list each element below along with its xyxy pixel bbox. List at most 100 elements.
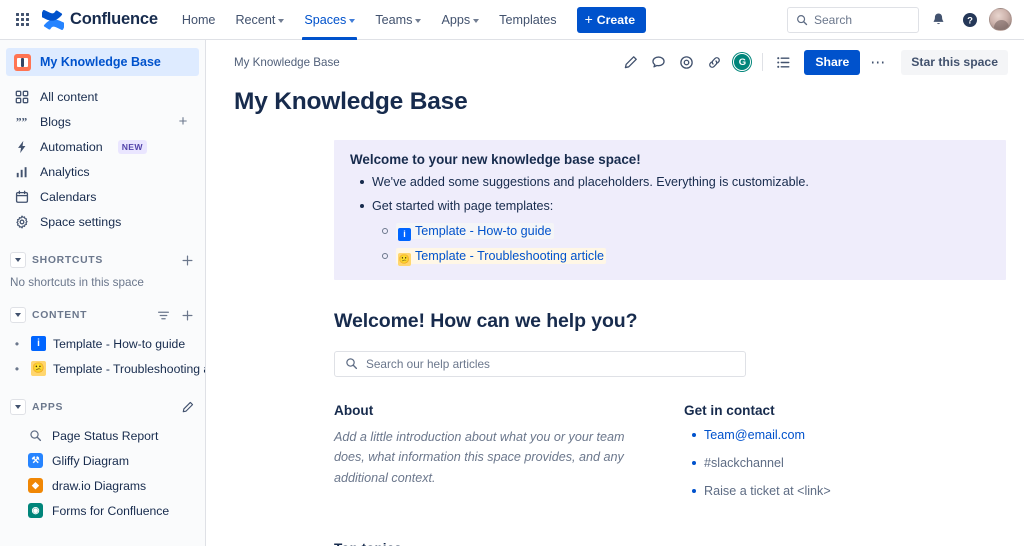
sidebar-section-shortcuts-header: SHORTCUTS (6, 248, 199, 272)
sidebar-section-apps-header: APPS (6, 395, 199, 419)
app-body: My Knowledge Base All content ”” Blogs + (0, 40, 1024, 546)
content-tree-item-how-to-guide[interactable]: • i Template - How-to guide (6, 331, 199, 356)
chevron-down-icon (415, 19, 421, 23)
collaborator-avatar-button[interactable]: G (729, 49, 755, 75)
drawio-icon: ◆ (28, 478, 43, 493)
sidebar-app-gliffy-diagram[interactable]: ⚒ Gliffy Diagram (6, 448, 199, 473)
watch-button[interactable] (673, 49, 699, 75)
help-articles-search-input[interactable]: Search our help articles (334, 351, 746, 377)
sidebar-item-label: Calendars (40, 190, 96, 204)
welcome-bullet-list: We've added some suggestions and placeho… (350, 173, 990, 266)
confused-face-emoji-icon: 😕 (398, 253, 411, 266)
sidebar-item-all-content[interactable]: All content (6, 84, 199, 109)
sidebar-app-forms-for-confluence[interactable]: ◉ Forms for Confluence (6, 498, 199, 523)
sidebar-section-content-header: CONTENT (6, 303, 199, 327)
share-button[interactable]: Share (804, 50, 860, 75)
template-link-troubleshooting-article[interactable]: 😕 Template - Troubleshooting article (396, 248, 606, 264)
pencil-icon (181, 401, 194, 414)
space-sidebar: My Knowledge Base All content ”” Blogs + (0, 40, 206, 546)
list-item: #slackchannel (684, 455, 984, 472)
knowledge-base-icon (14, 54, 31, 71)
welcome-bullet: We've added some suggestions and placeho… (350, 173, 990, 191)
nav-item-teams[interactable]: Teams (365, 0, 431, 40)
content-tree-item-label: Template - Troubleshooting article (53, 362, 206, 376)
content-list-button[interactable] (770, 49, 796, 75)
nav-item-label: Apps (441, 13, 470, 27)
confluence-home-link[interactable]: Confluence (42, 9, 158, 31)
add-content-button[interactable] (179, 307, 195, 323)
sidebar-space-header[interactable]: My Knowledge Base (6, 48, 199, 76)
template-link-how-to-guide[interactable]: i Template - How-to guide (396, 223, 554, 239)
nav-item-apps[interactable]: Apps (431, 0, 489, 40)
add-blog-button[interactable]: + (175, 114, 191, 130)
contact-email-link[interactable]: Team@email.com (704, 428, 805, 442)
main-content-area: My Knowledge Base (206, 40, 1024, 546)
global-search-input[interactable]: Search (787, 7, 919, 33)
sidebar-app-drawio-diagrams[interactable]: ◆ draw.io Diagrams (6, 473, 199, 498)
nav-left-group: Confluence Home Recent Spaces Teams Apps (8, 0, 646, 40)
breadcrumb[interactable]: My Knowledge Base (234, 56, 340, 69)
about-contact-row: About Add a little introduction about wh… (334, 403, 1006, 511)
template-link-label: Template - How-to guide (415, 224, 552, 238)
comment-icon (651, 55, 666, 70)
sidebar-item-calendars[interactable]: Calendars (6, 184, 199, 209)
nav-item-label: Spaces (304, 13, 346, 27)
nav-item-spaces[interactable]: Spaces (294, 0, 365, 40)
sidebar-app-label: Forms for Confluence (52, 504, 169, 518)
nav-item-label: Templates (499, 13, 556, 27)
help-search-placeholder: Search our help articles (366, 357, 490, 371)
gliffy-icon: ⚒ (28, 453, 43, 468)
help-button[interactable]: ? (957, 7, 983, 33)
add-shortcut-button[interactable] (179, 252, 195, 268)
create-button[interactable]: + Create (577, 7, 646, 33)
apps-collapse-button[interactable] (10, 399, 26, 415)
notifications-button[interactable] (925, 7, 951, 33)
nav-item-home[interactable]: Home (172, 0, 226, 40)
sidebar-item-analytics[interactable]: Analytics (6, 159, 199, 184)
sidebar-item-label: Blogs (40, 115, 71, 129)
page-content: Welcome to your new knowledge base space… (334, 116, 1006, 546)
welcome-panel-title: Welcome to your new knowledge base space… (350, 152, 990, 167)
content-tree-item-troubleshooting-article[interactable]: • 😕 Template - Troubleshooting article (6, 356, 199, 381)
sidebar-app-label: Gliffy Diagram (52, 454, 129, 468)
nav-item-templates[interactable]: Templates (489, 0, 566, 40)
star-space-button[interactable]: Star this space (901, 50, 1008, 75)
svg-text:””: ”” (16, 116, 28, 128)
welcome-bullet-text: Get started with page templates: (372, 199, 553, 213)
grid-icon (16, 13, 29, 26)
shortcuts-collapse-button[interactable] (10, 252, 26, 268)
nav-item-recent[interactable]: Recent (225, 0, 294, 40)
copy-link-button[interactable] (701, 49, 727, 75)
primary-nav-items: Home Recent Spaces Teams Apps Templates (172, 0, 567, 40)
plus-icon (181, 254, 194, 267)
sidebar-item-space-settings[interactable]: Space settings (6, 209, 199, 234)
edit-page-button[interactable] (617, 49, 643, 75)
help-circle-icon: ? (962, 12, 978, 28)
page-toolbar-actions: G Share ⋯ Star this space (617, 49, 1008, 75)
template-links-list: i Template - How-to guide 😕 Template - Tro… (372, 222, 990, 266)
user-avatar[interactable] (989, 8, 1012, 31)
about-text: Add a little introduction about what you… (334, 427, 652, 489)
template-link-label: Template - Troubleshooting article (415, 249, 604, 263)
info-emoji-icon: i (31, 336, 46, 351)
sidebar-item-automation[interactable]: Automation NEW (6, 134, 199, 159)
confused-face-emoji-icon: 😕 (31, 361, 46, 376)
sidebar-item-blogs[interactable]: ”” Blogs + (6, 109, 199, 134)
info-emoji-icon: i (398, 228, 411, 241)
nav-right-group: Search ? (787, 7, 1012, 33)
edit-apps-button[interactable] (179, 399, 195, 415)
filter-content-button[interactable] (155, 307, 171, 323)
content-collapse-button[interactable] (10, 307, 26, 323)
chevron-down-icon (349, 19, 355, 23)
about-column: About Add a little introduction about wh… (334, 403, 684, 511)
page-toolbar: My Knowledge Base (206, 40, 1024, 84)
app-switcher-button[interactable] (8, 6, 36, 34)
link-icon (707, 55, 722, 70)
sidebar-app-page-status-report[interactable]: Page Status Report (6, 423, 199, 448)
sidebar-app-label: Page Status Report (52, 429, 158, 443)
more-actions-button[interactable]: ⋯ (865, 50, 891, 75)
chevron-down-icon (473, 19, 479, 23)
nav-item-label: Home (182, 13, 216, 27)
forms-icon: ◉ (28, 503, 43, 518)
comment-button[interactable] (645, 49, 671, 75)
